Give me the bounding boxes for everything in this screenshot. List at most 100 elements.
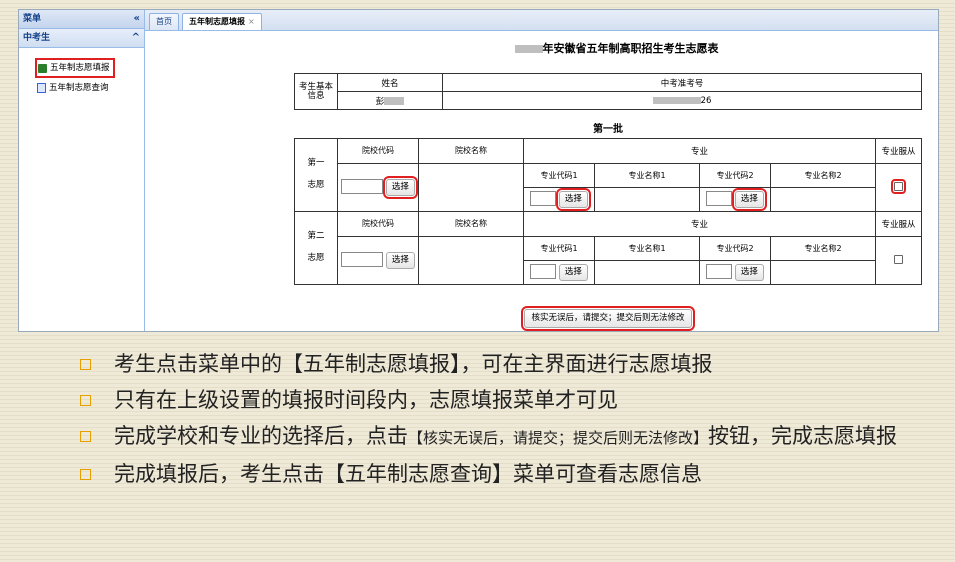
school-code-cell: 选择 <box>337 163 419 212</box>
school-name-cell <box>418 163 524 212</box>
collapse-icon[interactable]: « <box>134 10 140 28</box>
exam-number-header: 中考准考号 <box>442 73 922 92</box>
tab-label: 五年制志愿填报 <box>189 17 245 26</box>
square-bullet-icon <box>80 359 91 370</box>
major-name1-header: 专业名称1 <box>594 163 700 188</box>
major-code1-input[interactable] <box>530 191 557 206</box>
obey-header: 专业服从 <box>875 138 922 164</box>
choice1-text: 第一志愿 <box>307 157 325 190</box>
school-code-header: 院校代码 <box>337 211 419 237</box>
sidebar-item-query[interactable]: 五年制志愿查询 <box>37 81 109 95</box>
sidebar-header: 菜单 « <box>19 10 144 29</box>
tab-fill[interactable]: 五年制志愿填报 × <box>182 13 262 30</box>
bullet-text: 按钮，完成志愿填报 <box>708 424 898 448</box>
bullet-item: 只有在上级设置的填报时间段内，志愿填报菜单才可见 <box>80 386 940 414</box>
submit-button[interactable]: 核实无误后，请提交；提交后则无法修改 <box>521 306 695 331</box>
doc-icon <box>37 83 46 93</box>
select-major1-button[interactable]: 选择 <box>555 188 591 211</box>
select-school-button[interactable]: 选择 <box>385 252 415 269</box>
major-code1-header: 专业代码1 <box>523 163 595 188</box>
app-window: 菜单 « 中考生 ^ 五年制志愿填报 五年制志愿查询 首页 五年制志愿填报 × 年… <box>18 9 939 332</box>
main-content: 年安徽省五年制高职招生考生志愿表 考生基本信息 姓名 中考准考号 彭 26 第一… <box>145 31 938 331</box>
school-code-input[interactable] <box>341 179 384 194</box>
major-name1-cell <box>594 260 700 285</box>
sidebar-item-fill[interactable]: 五年制志愿填报 <box>35 58 115 78</box>
major-code2-header: 专业代码2 <box>699 236 771 261</box>
obey-cell <box>875 236 922 285</box>
major-code1-cell: 选择 <box>523 187 595 212</box>
basic-info-label: 考生基本信息 <box>294 73 338 110</box>
major-name2-header: 专业名称2 <box>770 163 876 188</box>
tab-bar: 首页 五年制志愿填报 × <box>145 10 938 31</box>
major-code2-cell: 选择 <box>699 187 771 212</box>
obey-checkbox[interactable] <box>894 254 903 264</box>
major-code1-cell: 选择 <box>523 260 595 285</box>
redacted-number <box>652 96 701 104</box>
major-code1-header: 专业代码1 <box>523 236 595 261</box>
close-icon[interactable]: × <box>248 17 255 26</box>
school-code-header: 院校代码 <box>337 138 419 164</box>
batch-title: 第一批 <box>593 124 623 135</box>
choice2-text: 第二志愿 <box>307 230 325 263</box>
bullet-item: 完成学校和专业的选择后，点击【核实无误后，请提交；提交后则无法修改】按钮，完成志… <box>80 422 940 452</box>
exam-number-cell: 26 <box>442 91 922 110</box>
major-code2-input[interactable] <box>706 191 733 206</box>
form-title: 年安徽省五年制高职招生考生志愿表 <box>145 40 938 56</box>
section-title: 中考生 <box>23 33 51 43</box>
exam-number-value: 26 <box>700 95 712 106</box>
form-title-text: 年安徽省五年制高职招生考生志愿表 <box>542 42 719 55</box>
redacted-year <box>514 45 543 53</box>
square-bullet-icon <box>80 395 91 406</box>
bullet-text: 完成填报后，考生点击【五年制志愿查询】菜单可查看志愿信息 <box>114 462 702 486</box>
bullet-text: 只有在上级设置的填报时间段内，志愿填报菜单才可见 <box>114 388 618 412</box>
name-cell: 彭 <box>337 91 443 110</box>
major-name2-cell <box>770 187 876 212</box>
section-zhongkaosheng[interactable]: 中考生 ^ <box>19 29 144 48</box>
bullet-inline-button-text: 【核实无误后，请提交；提交后则无法修改】 <box>408 429 709 447</box>
name-header: 姓名 <box>337 73 443 92</box>
tab-label: 首页 <box>156 17 172 26</box>
school-code-cell: 选择 <box>337 236 419 285</box>
school-name-header: 院校名称 <box>418 211 524 237</box>
select-major2-button[interactable]: 选择 <box>731 188 767 211</box>
school-name-cell <box>418 236 524 285</box>
section-collapse-icon[interactable]: ^ <box>132 29 140 47</box>
bullet-text: 完成学校和专业的选择后，点击 <box>114 424 408 448</box>
sidebar-item-label: 五年制志愿查询 <box>49 83 109 93</box>
major-code2-input[interactable] <box>706 264 733 279</box>
basic-info-table: 考生基本信息 姓名 中考准考号 彭 26 <box>294 73 922 110</box>
sidebar: 菜单 « 中考生 ^ 五年制志愿填报 五年制志愿查询 <box>19 10 145 331</box>
tab-home[interactable]: 首页 <box>149 13 179 30</box>
bullet-item: 考生点击菜单中的【五年制志愿填报】，可在主界面进行志愿填报 <box>80 350 940 378</box>
select-major2-button[interactable]: 选择 <box>734 264 764 281</box>
major-code1-input[interactable] <box>530 264 557 279</box>
major-name2-header: 专业名称2 <box>770 236 876 261</box>
edit-icon <box>38 63 47 73</box>
name-value: 彭 <box>375 96 385 107</box>
bullet-item: 完成填报后，考生点击【五年制志愿查询】菜单可查看志愿信息 <box>80 460 940 488</box>
major-name1-header: 专业名称1 <box>594 236 700 261</box>
choices-table: 第一志愿 院校代码 院校名称 专业 专业服从 选择 专业代码1 专业名称1 专业… <box>294 138 922 285</box>
major-name1-cell <box>594 187 700 212</box>
select-major1-button[interactable]: 选择 <box>558 264 588 281</box>
choice1-label: 第一志愿 <box>294 138 338 212</box>
obey-checkbox[interactable] <box>891 178 906 194</box>
major-code2-cell: 选择 <box>699 260 771 285</box>
school-code-input[interactable] <box>341 252 384 267</box>
select-school-button[interactable]: 选择 <box>382 176 418 199</box>
square-bullet-icon <box>80 469 91 480</box>
obey-cell <box>875 163 922 212</box>
major-name2-cell <box>770 260 876 285</box>
sidebar-item-label: 五年制志愿填报 <box>50 63 110 73</box>
major-code2-header: 专业代码2 <box>699 163 771 188</box>
major-header: 专业 <box>523 211 876 237</box>
square-bullet-icon <box>80 431 91 442</box>
major-header: 专业 <box>523 138 876 164</box>
sidebar-title: 菜单 <box>23 14 42 24</box>
obey-header: 专业服从 <box>875 211 922 237</box>
bullet-text: 考生点击菜单中的【五年制志愿填报】，可在主界面进行志愿填报 <box>114 352 713 376</box>
submit-row: 核实无误后，请提交；提交后则无法修改 <box>294 306 922 331</box>
school-name-header: 院校名称 <box>418 138 524 164</box>
instruction-list: 考生点击菜单中的【五年制志愿填报】，可在主界面进行志愿填报 只有在上级设置的填报… <box>80 350 940 496</box>
choice2-label: 第二志愿 <box>294 211 338 285</box>
